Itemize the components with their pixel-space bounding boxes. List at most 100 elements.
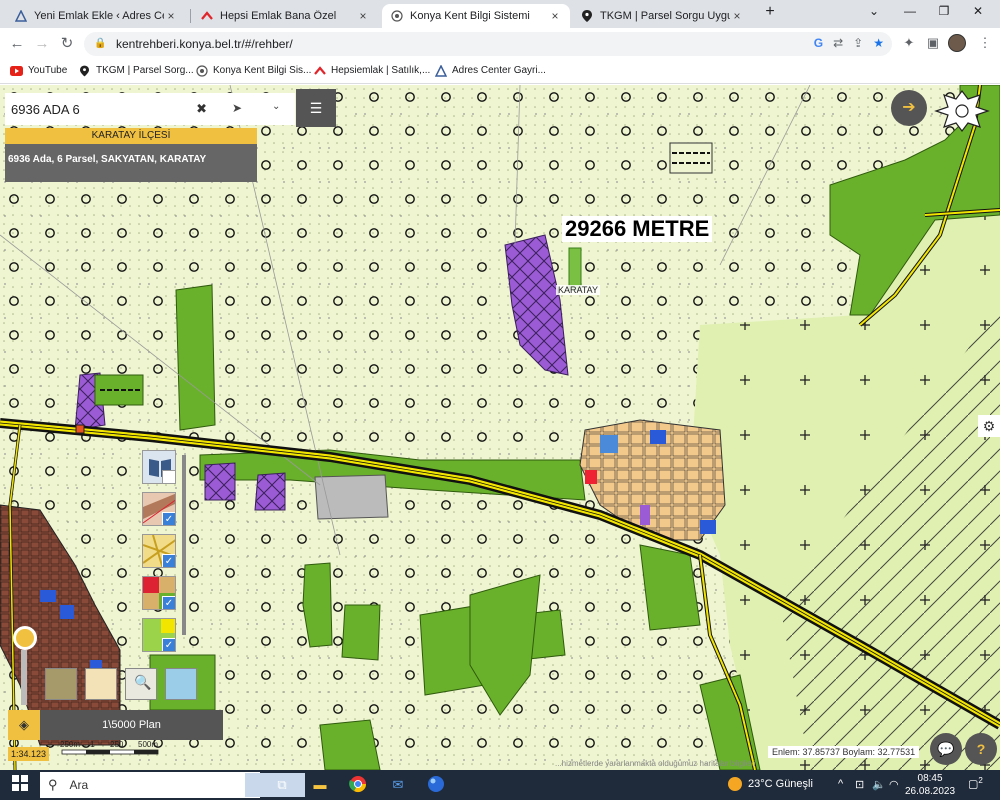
share-icon[interactable]: ⇪: [853, 36, 863, 50]
hepsiemlak-icon: [200, 9, 214, 23]
tab-konya-kent[interactable]: Konya Kent Bilgi Sistemi ×: [382, 4, 570, 28]
zoom-slider-knob[interactable]: [13, 626, 37, 650]
forward-icon[interactable]: →: [33, 35, 51, 53]
tab-adres-center[interactable]: Yeni Emlak Ekle ‹ Adres Center Gayr ×: [6, 4, 186, 28]
bookmark-youtube[interactable]: YouTube: [10, 64, 67, 77]
address-toolbar: ← → ↻ 🔒 kentrehberi.konya.bel.tr/#/rehbe…: [0, 28, 1000, 60]
checkmark-icon[interactable]: ✓: [162, 638, 175, 651]
konya-municipality-logo: [934, 87, 990, 135]
wifi-icon[interactable]: ◠: [889, 778, 899, 791]
layer-scrollbar[interactable]: [182, 455, 186, 635]
chat-button[interactable]: 💬: [930, 733, 962, 765]
parcel-search-input[interactable]: 6936 ADA 6 ✖: [5, 93, 215, 125]
reload-icon[interactable]: ↻: [58, 35, 76, 53]
help-button[interactable]: ?: [965, 733, 997, 765]
weather-widget[interactable]: 23°C Güneşli: [728, 777, 813, 791]
hepsiemlak-icon: [313, 64, 326, 77]
clock[interactable]: 08:45 26.08.2023: [905, 772, 955, 798]
town-label: KARATAY: [556, 285, 601, 295]
new-tab-button[interactable]: +: [758, 3, 782, 21]
pin-icon: [78, 64, 91, 77]
login-button[interactable]: ➔: [891, 90, 927, 126]
mail-icon[interactable]: ✉: [388, 775, 408, 795]
network-icon[interactable]: ⊡: [855, 778, 864, 791]
checkmark-icon[interactable]: ✓: [162, 512, 175, 525]
locate-icon[interactable]: ➤: [232, 101, 242, 115]
close-icon[interactable]: ×: [164, 9, 178, 23]
menu-icon[interactable]: ⋮: [976, 35, 994, 51]
close-icon[interactable]: ×: [548, 9, 562, 23]
basemap-plan[interactable]: [85, 668, 117, 700]
back-icon[interactable]: ←: [8, 35, 26, 53]
browser-globe-icon[interactable]: [426, 775, 446, 795]
taskbar-search-input[interactable]: ⚲ Ara: [40, 772, 305, 798]
attribution-text: ...hizmetlerde yararlanmakta olduğumuz h…: [555, 759, 756, 768]
translate-icon[interactable]: ⇄: [833, 36, 843, 50]
avatar[interactable]: [948, 34, 966, 52]
coordinates-readout: Enlem: 37.85737 Boylam: 32.77531: [768, 746, 920, 758]
search-icon: ⚲: [48, 777, 58, 792]
restore-button[interactable]: ❐: [932, 4, 956, 18]
url-bar[interactable]: 🔒 kentrehberi.konya.bel.tr/#/rehber/ G ⇄…: [84, 32, 892, 56]
layer-checkbox[interactable]: [162, 470, 175, 483]
scale-ratio: 1:34.123: [8, 747, 50, 761]
location-controls: ➤ ⌄: [215, 93, 295, 125]
minimize-button[interactable]: —: [898, 4, 922, 18]
screen: Yeni Emlak Ekle ‹ Adres Center Gayr × He…: [0, 0, 1000, 800]
login-icon: ➔: [902, 99, 916, 116]
chevron-down-icon[interactable]: ⌄: [272, 101, 280, 112]
file-explorer-icon[interactable]: ▬: [310, 775, 330, 795]
checkmark-icon[interactable]: ✓: [162, 554, 175, 567]
layer-cadastre-toggle[interactable]: ✓: [142, 492, 176, 526]
task-view-icon[interactable]: ⧉: [272, 775, 292, 795]
windows-start-icon[interactable]: [10, 775, 30, 795]
bookmark-tkgm[interactable]: TKGM | Parsel Sorg...: [78, 64, 194, 77]
chrome-icon[interactable]: [348, 775, 368, 795]
bookmark-konya[interactable]: Konya Kent Bilgi Sis...: [195, 64, 311, 77]
close-icon[interactable]: ×: [730, 9, 744, 23]
basemap-switcher: 🔍: [45, 668, 197, 704]
chevron-up-icon[interactable]: ^: [838, 778, 843, 790]
konya-icon: [195, 64, 208, 77]
sun-icon: [728, 777, 742, 791]
basemap-satellite[interactable]: [45, 668, 77, 700]
help-icon: ?: [976, 741, 986, 757]
close-icon[interactable]: ×: [356, 9, 370, 23]
distance-label: 29266 METRE: [562, 216, 713, 242]
volume-icon[interactable]: 🔈: [872, 778, 886, 791]
star-icon[interactable]: ★: [873, 36, 884, 50]
basemap-street[interactable]: [165, 668, 197, 700]
notification-icon[interactable]: ▢2: [968, 776, 983, 791]
layer-book-toggle[interactable]: [142, 450, 176, 484]
close-window-button[interactable]: ✕: [966, 4, 990, 18]
basemap-search[interactable]: 🔍: [125, 668, 157, 700]
sidepanel-icon[interactable]: ▣: [924, 35, 942, 51]
map-canvas[interactable]: 6936 ADA 6 ✖ ➤ ⌄ ☰ KARATAY İLÇESİ 6936 A…: [0, 85, 1000, 770]
triangle-icon: [434, 64, 447, 77]
pin-icon: [580, 9, 594, 23]
list-menu-button[interactable]: ☰: [296, 89, 336, 127]
chat-icon: 💬: [937, 741, 955, 757]
tab-tkgm[interactable]: TKGM | Parsel Sorgu Uygulaması ×: [572, 4, 752, 28]
checkmark-icon[interactable]: ✓: [162, 596, 175, 609]
bookmark-adres-center[interactable]: Adres Center Gayri...: [434, 64, 546, 77]
list-icon: ☰: [309, 100, 323, 116]
scale-bar: 250m 1 250 500m: [60, 740, 160, 760]
plan-selector[interactable]: ◈ 1\5000 Plan: [8, 710, 223, 740]
tab-hepsiemlak[interactable]: Hepsi Emlak Bana Özel ×: [192, 4, 378, 28]
parcel-info[interactable]: 6936 Ada, 6 Parsel, SAKYATAN, KARATAY: [5, 144, 257, 182]
lock-icon: 🔒: [94, 38, 107, 49]
layer-green-toggle[interactable]: ✓: [142, 618, 176, 652]
triangle-icon: [14, 9, 28, 23]
chevron-down-icon[interactable]: ⌄: [862, 4, 886, 18]
zoom-slider-track[interactable]: [21, 650, 27, 705]
browser-tab-bar: Yeni Emlak Ekle ‹ Adres Center Gayr × He…: [0, 0, 1000, 28]
clear-icon[interactable]: ✖: [196, 101, 207, 117]
layer-zoning-toggle[interactable]: ✓: [142, 576, 176, 610]
extensions-icon[interactable]: ✦: [900, 35, 918, 51]
layers-icon: ◈: [8, 710, 40, 740]
google-icon[interactable]: G: [814, 36, 823, 50]
layer-roads-toggle[interactable]: ✓: [142, 534, 176, 568]
settings-gear-icon[interactable]: ⚙: [978, 415, 1000, 437]
bookmark-hepsiemlak[interactable]: Hepsiemlak | Satılık,...: [313, 64, 430, 77]
